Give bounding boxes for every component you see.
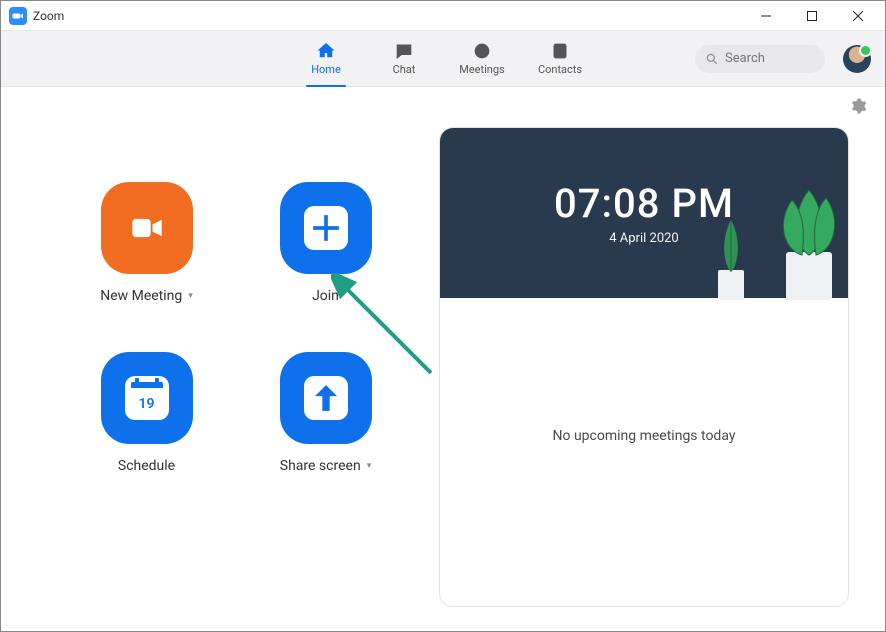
plus-icon <box>304 206 348 250</box>
nav-tab-label: Contacts <box>538 63 582 76</box>
empty-state-text: No upcoming meetings today <box>440 428 848 444</box>
search-icon <box>705 52 719 66</box>
arrow-up-icon <box>304 376 348 420</box>
nav-tab-meetings[interactable]: Meetings <box>454 31 510 87</box>
search-input[interactable] <box>725 51 815 66</box>
window-title: Zoom <box>33 9 64 23</box>
contacts-icon <box>550 41 570 61</box>
action-label: New Meeting <box>100 288 182 304</box>
action-label-row: Schedule <box>118 458 175 474</box>
share-screen-button[interactable] <box>280 352 372 444</box>
chevron-down-icon: ▾ <box>367 461 372 471</box>
chevron-down-icon: ▾ <box>188 291 193 301</box>
new-meeting-button[interactable] <box>101 182 193 274</box>
action-label: Join <box>312 288 339 304</box>
nav-tab-label: Chat <box>393 63 416 76</box>
nav-tab-home[interactable]: Home <box>298 31 354 87</box>
join-button[interactable] <box>280 182 372 274</box>
quick-actions-panel: New Meeting ▾ Join 19 <box>71 182 401 474</box>
window-minimize-button[interactable] <box>743 1 789 31</box>
home-icon <box>316 41 336 61</box>
chat-icon <box>394 41 414 61</box>
action-share-screen: Share screen ▾ <box>250 352 401 474</box>
nav-tab-contacts[interactable]: Contacts <box>532 31 588 87</box>
user-avatar[interactable] <box>843 45 871 73</box>
nav-tab-label: Meetings <box>459 63 504 76</box>
action-label: Share screen <box>280 458 361 474</box>
plant-decoration-icon <box>754 160 849 300</box>
current-date: 4 April 2020 <box>609 231 679 246</box>
calendar-day-number: 19 <box>139 396 155 412</box>
action-schedule: 19 Schedule <box>71 352 222 474</box>
action-label-row: Join <box>312 288 339 304</box>
search-box[interactable] <box>695 45 825 73</box>
video-icon <box>125 206 169 250</box>
clock-icon <box>472 41 492 61</box>
zoom-app-icon <box>9 7 27 25</box>
settings-button[interactable] <box>849 97 867 119</box>
titlebar: Zoom <box>1 1 885 31</box>
plant-decoration-icon <box>700 210 760 300</box>
action-new-meeting: New Meeting ▾ <box>71 182 222 304</box>
hero-banner: 07:08 PM 4 April 2020 <box>440 128 848 298</box>
schedule-button[interactable]: 19 <box>101 352 193 444</box>
main-navbar: Home Chat Meetings Contacts <box>1 31 885 87</box>
action-label-row[interactable]: Share screen ▾ <box>280 458 371 474</box>
action-label: Schedule <box>118 458 175 474</box>
nav-tab-label: Home <box>311 63 341 76</box>
calendar-icon: 19 <box>125 376 169 420</box>
window-maximize-button[interactable] <box>789 1 835 31</box>
nav-tab-chat[interactable]: Chat <box>376 31 432 87</box>
action-label-row[interactable]: New Meeting ▾ <box>100 288 193 304</box>
content-area: New Meeting ▾ Join 19 <box>1 87 885 631</box>
window-close-button[interactable] <box>835 1 881 31</box>
upcoming-panel: 07:08 PM 4 April 2020 No upcoming meetin… <box>439 127 849 607</box>
action-join: Join <box>250 182 401 304</box>
